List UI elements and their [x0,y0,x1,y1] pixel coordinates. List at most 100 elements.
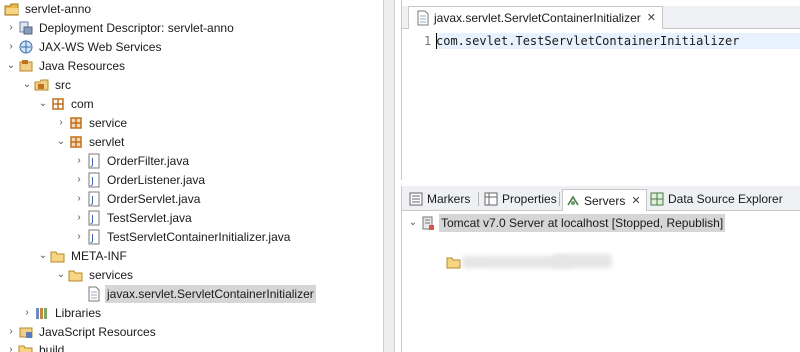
tree-label: Java Resources [39,59,126,73]
project-explorer: servlet-anno › Deployment Descriptor: se… [0,0,382,352]
web-services-icon [18,39,34,55]
tab-markers[interactable]: Markers [406,189,470,209]
tree-row-project[interactable]: servlet-anno [2,0,93,18]
views-panel: Markers Properties Servers ✕ Data Source… [401,186,800,352]
java-file-icon: J [86,172,102,188]
tree-label: META-INF [71,249,127,263]
chevron-right-icon[interactable]: › [56,114,66,132]
code-line[interactable]: com.sevlet.TestServletContainerInitializ… [436,33,800,49]
markers-icon [408,191,424,207]
chevron-right-icon[interactable]: › [6,341,16,352]
tree-label: JAX-WS Web Services [39,40,162,54]
java-file-icon: J [86,153,102,169]
sash-divider[interactable] [383,0,395,352]
server-label: Tomcat v7.0 Server at localhost [Stopped… [439,214,726,232]
chevron-right-icon[interactable]: › [74,209,84,227]
tree-row-orderfilter[interactable]: › J OrderFilter.java [74,152,191,170]
chevron-down-icon[interactable]: ⌄ [38,247,48,265]
tree-row-libraries[interactable]: › Libraries [22,304,103,322]
tab-label: Markers [427,192,471,206]
package-icon [68,134,84,150]
chevron-down-icon[interactable]: ⌄ [6,57,16,75]
data-source-icon [649,191,665,207]
tree-row-servlet[interactable]: ⌄ servlet [56,133,126,151]
editor-tab-bar: javax.servlet.ServletContainerInitialize… [402,6,800,29]
package-icon [68,115,84,131]
tab-label: Properties [502,192,557,206]
tree-label: build [39,343,65,352]
tree-label: OrderListener.java [107,173,206,187]
deployment-descriptor-icon [18,20,34,36]
tree-label: com [71,97,94,111]
tab-label: Servers [584,193,626,208]
chevron-right-icon[interactable]: › [6,38,16,56]
line-number-ruler [402,29,436,179]
tree-row-java-resources[interactable]: ⌄ Java Resources [6,57,127,75]
editor-tab-title: javax.servlet.ServletContainerInitialize… [434,11,641,25]
svg-text:J: J [90,233,94,244]
tab-properties[interactable]: Properties [481,189,557,209]
close-icon[interactable]: ✕ [631,191,640,211]
folder-icon [18,342,34,352]
tree-label: services [89,268,134,282]
server-row[interactable]: ⌄ Tomcat v7.0 Server at localhost [Stopp… [408,214,726,232]
tab-data-source-explorer[interactable]: Data Source Explorer [647,189,783,209]
chevron-right-icon[interactable]: › [22,304,32,322]
tree-row-src[interactable]: ⌄ src [22,76,73,94]
tree-label: src [55,78,71,92]
chevron-right-icon[interactable]: › [74,228,84,246]
tree-row-service[interactable]: › service [56,114,129,132]
tree-row-testservletcontainerinitializer[interactable]: › J TestServletContainerInitializer.java [74,228,292,246]
tree-row-services[interactable]: ⌄ services [56,266,135,284]
tab-separator [559,192,560,206]
line-number: 1 [424,34,432,48]
tree-row-orderlistener[interactable]: › J OrderListener.java [74,171,207,189]
tree-label: Deployment Descriptor: servlet-anno [39,21,234,35]
blurred-region [552,254,612,268]
chevron-right-icon[interactable]: › [74,190,84,208]
module-icon [446,254,462,270]
source-folder-icon [34,77,50,93]
tree-label: servlet-anno [25,2,92,16]
tree-row-meta-inf[interactable]: ⌄ META-INF [38,247,129,265]
chevron-down-icon[interactable]: ⌄ [38,95,48,113]
close-icon[interactable]: ✕ [647,7,656,29]
tree-label: javax.servlet.ServletContainerInitialize… [105,285,316,303]
tree-row-deployment-descriptor[interactable]: › Deployment Descriptor: servlet-anno [6,19,236,37]
java-file-icon: J [86,229,102,245]
tree-row-build[interactable]: › build [6,341,66,352]
text-editor: javax.servlet.ServletContainerInitialize… [401,0,800,180]
chevron-down-icon[interactable]: ⌄ [22,76,32,94]
file-icon [86,286,102,302]
chevron-right-icon[interactable]: › [74,152,84,170]
chevron-right-icon[interactable]: › [74,171,84,189]
chevron-right-icon[interactable]: › [6,323,16,341]
tab-servers[interactable]: Servers ✕ [562,189,647,211]
tomcat-server-icon [420,215,436,231]
folder-icon [68,267,84,283]
editor-tab[interactable]: javax.servlet.ServletContainerInitialize… [408,6,663,29]
tree-label: TestServletContainerInitializer.java [107,230,291,244]
svg-text:J: J [90,214,94,225]
java-file-icon: J [86,210,102,226]
libraries-icon [34,305,50,321]
properties-icon [483,191,499,207]
tree-row-jaxws[interactable]: › JAX-WS Web Services [6,38,163,56]
javascript-resources-icon [18,324,34,340]
tree-row-servicefile[interactable]: javax.servlet.ServletContainerInitialize… [84,285,316,303]
java-file-icon: J [86,191,102,207]
tree-label: service [89,116,128,130]
file-icon [415,10,431,26]
tree-label: JavaScript Resources [39,325,156,339]
tree-label: servlet [89,135,125,149]
tree-row-testservlet[interactable]: › J TestServlet.java [74,209,194,227]
tree-row-orderservlet[interactable]: › J OrderServlet.java [74,190,202,208]
chevron-down-icon[interactable]: ⌄ [56,266,66,284]
chevron-down-icon[interactable]: ⌄ [408,214,418,232]
text-cursor [436,33,437,49]
tree-row-javascript-resources[interactable]: › JavaScript Resources [6,323,158,341]
servers-icon [565,193,581,209]
tree-row-com[interactable]: ⌄ com [38,95,96,113]
chevron-down-icon[interactable]: ⌄ [56,133,66,151]
chevron-right-icon[interactable]: › [6,19,16,37]
